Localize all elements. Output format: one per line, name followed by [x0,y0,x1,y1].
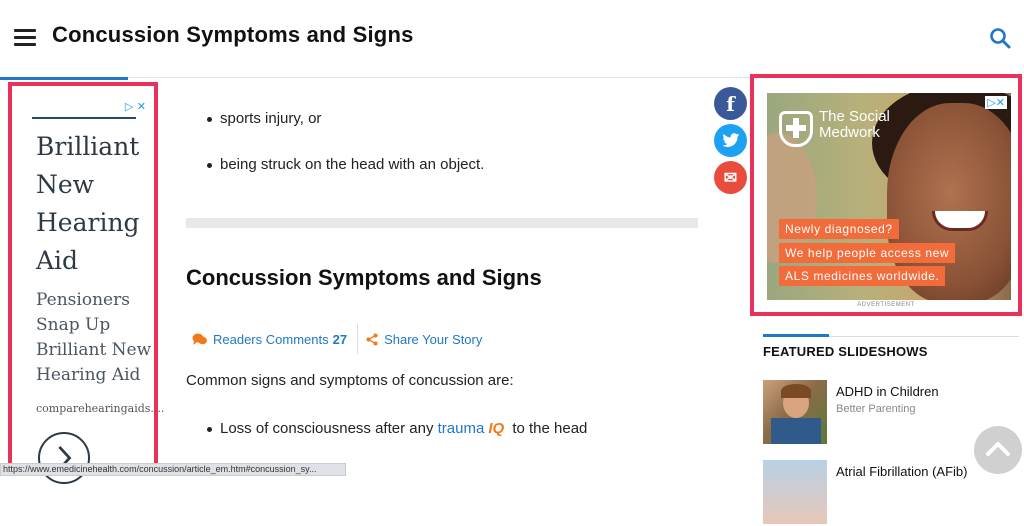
ad-image[interactable]: The Social Medwork Newly diagnosed? We h… [767,93,1011,300]
section-divider [186,218,698,228]
slideshow-subtitle: Better Parenting [836,403,916,415]
ad-brand-name: The Social Medwork [819,108,890,141]
bullet-text: Loss of consciousness after any [220,420,434,437]
ad-banner-line: Newly diagnosed? [779,219,899,239]
facebook-share-button[interactable]: f [714,87,747,120]
right-advertisement[interactable]: The Social Medwork Newly diagnosed? We h… [750,74,1022,316]
trauma-link[interactable]: trauma [438,420,485,437]
list-item: Loss of consciousness after any trauma IQ… [206,420,588,437]
slideshow-title[interactable]: Atrial Fibrillation (AFib) [836,464,967,479]
intro-paragraph: Common signs and symptoms of concussion … [186,372,514,389]
scroll-to-top-button[interactable] [974,426,1022,474]
iq-quiz-link[interactable]: IQ [488,420,504,437]
left-ad-domain[interactable]: comparehearingaids.... [36,402,164,415]
advertisement-label: ADVERTISEMENT [857,302,915,308]
readers-comments-link[interactable]: Readers Comments 27 [192,332,347,347]
slideshows-accent [763,334,829,337]
left-ad-content: ▷ ✕ Brilliant New Hearing Aid Pensioners… [18,92,164,484]
slideshow-title[interactable]: ADHD in Children [836,384,939,399]
left-ad-rule [32,117,136,119]
slideshows-heading: FEATURED SLIDESHOWS [763,344,928,359]
share-story-link[interactable]: Share Your Story [366,332,482,347]
left-advertisement[interactable]: ▷ ✕ Brilliant New Hearing Aid Pensioners… [8,82,164,484]
chevron-right-icon[interactable] [38,432,90,484]
facebook-icon: f [726,91,735,116]
ad-banner-line: ALS medicines worldwide. [779,266,946,286]
article-meta-row: Readers Comments 27 Share Your Story [192,324,482,354]
comments-count: 27 [332,331,348,347]
list-item: sports injury, or [206,110,322,127]
readers-comments-label: Readers Comments [213,331,329,347]
share-icon [366,333,378,345]
adchoices-icon[interactable]: ▷✕ [985,96,1007,109]
page-title: Concussion Symptoms and Signs [52,22,414,47]
share-story-label: Share Your Story [384,331,483,347]
site-header: Concussion Symptoms and Signs [0,0,1024,80]
meta-separator [357,324,359,354]
left-ad-headline[interactable]: Brilliant New Hearing Aid [36,128,151,280]
search-icon[interactable] [988,26,1012,50]
left-ad-subtext[interactable]: Pensioners Snap Up Brilliant New Hearing… [36,288,154,388]
comments-icon [192,333,207,345]
adchoices-icon[interactable]: ▷ ✕ [125,100,146,113]
slideshow-thumbnail[interactable] [763,380,827,444]
section-heading: Concussion Symptoms and Signs [186,265,542,290]
header-accent-bar [0,77,128,80]
email-share-button[interactable]: ✉ [714,161,747,194]
bullet-text: to the head [512,420,588,437]
slideshow-thumbnail[interactable] [763,460,827,524]
twitter-share-button[interactable] [714,124,747,157]
menu-icon[interactable] [14,29,36,46]
slideshow-item[interactable]: Atrial Fibrillation (AFib) [763,460,1019,526]
email-icon: ✉ [723,169,738,187]
browser-status-url: https://www.emedicinehealth.com/concussi… [0,463,346,476]
twitter-icon [721,133,739,147]
list-item: being struck on the head with an object. [206,156,485,173]
ad-banner-line: We help people access new [779,243,956,263]
brand-logo-icon [779,111,813,147]
